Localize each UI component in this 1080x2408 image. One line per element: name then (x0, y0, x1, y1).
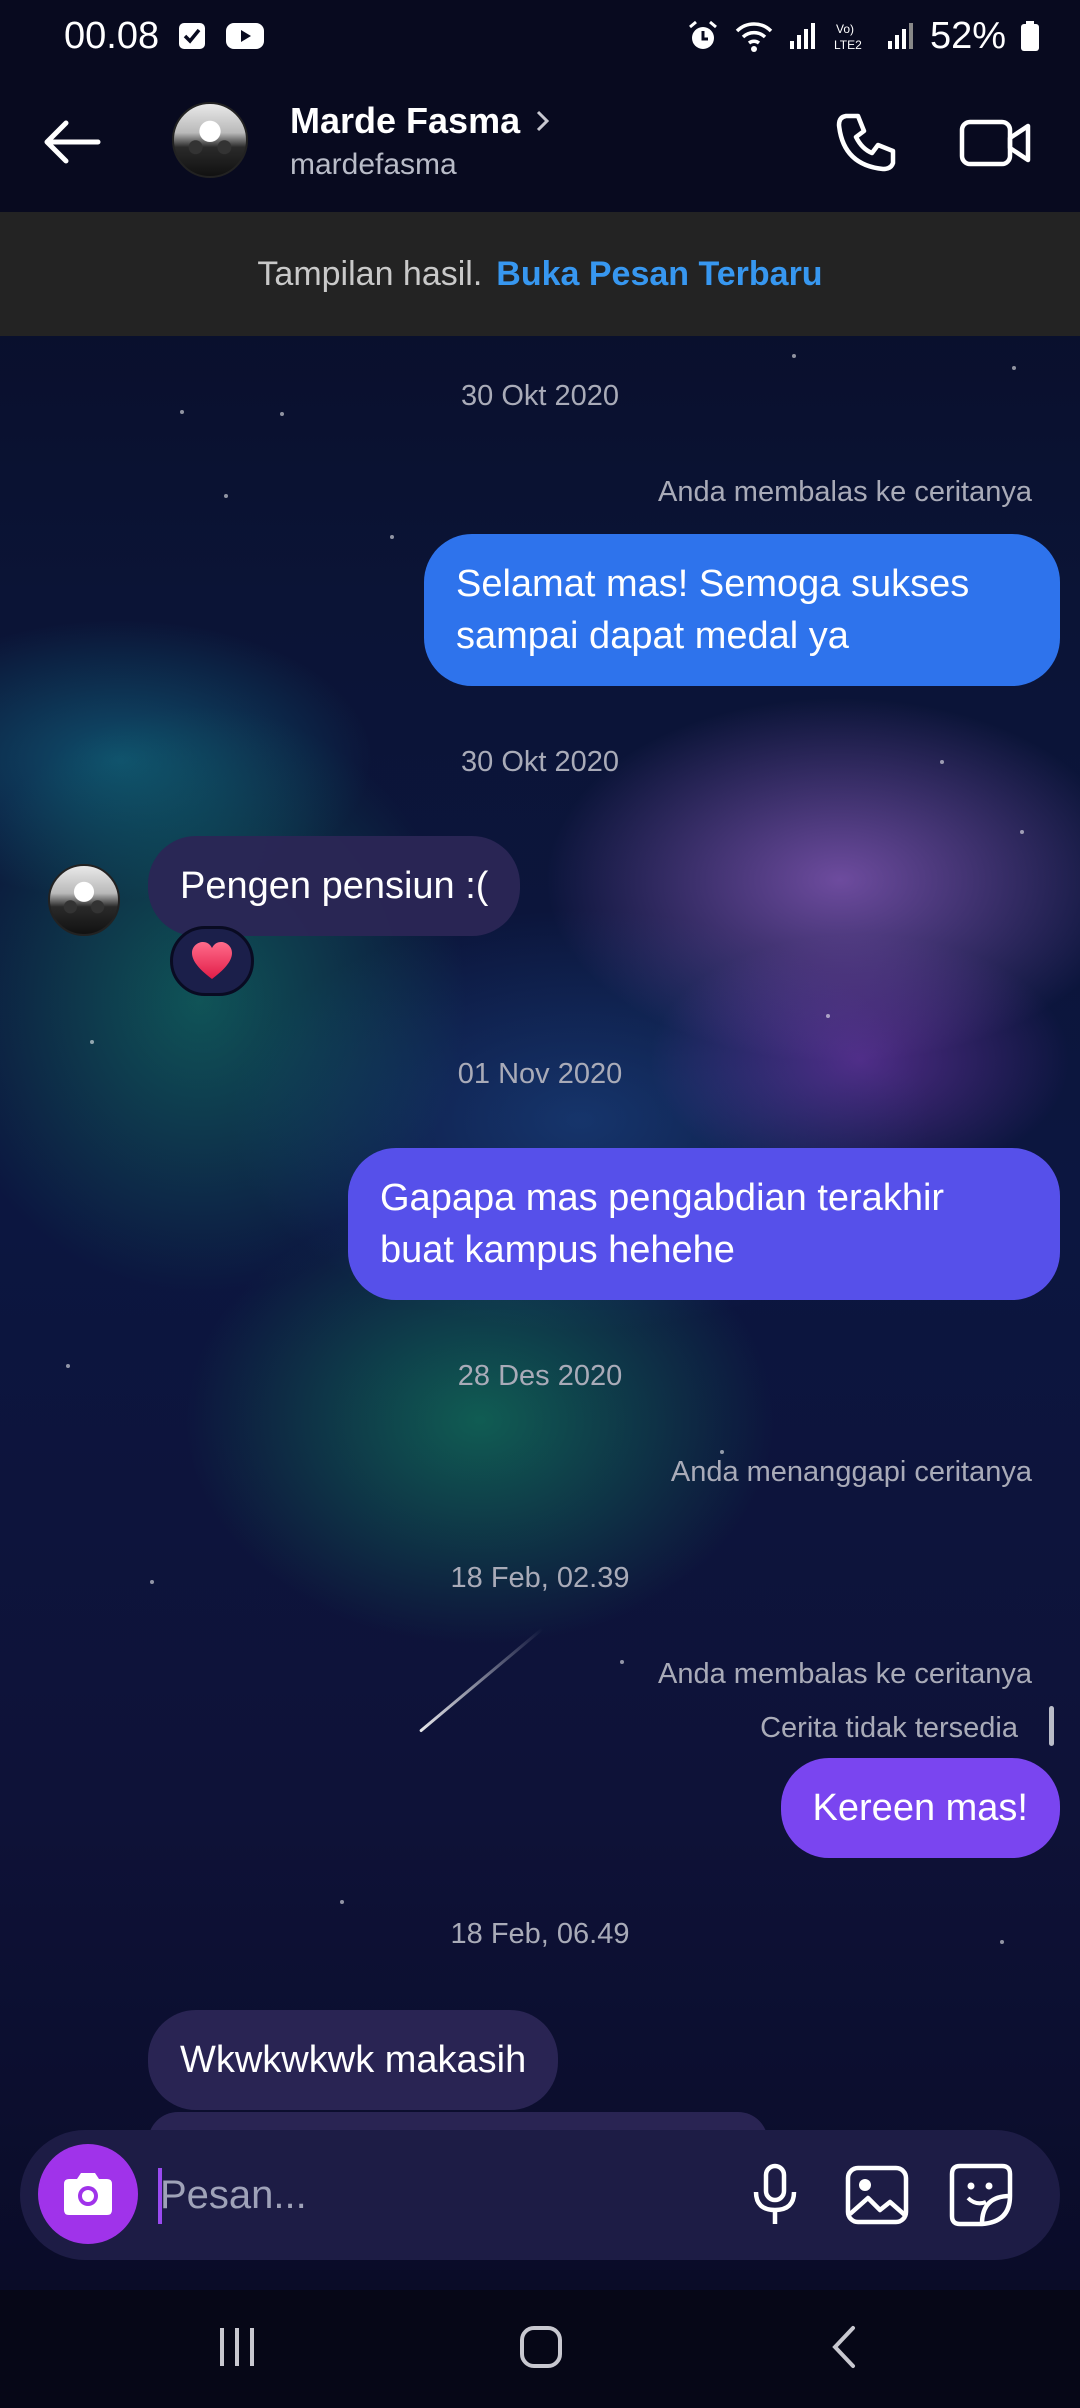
voice-call-button[interactable] (830, 108, 900, 178)
contact-avatar[interactable] (172, 102, 248, 178)
sticker-icon (949, 2163, 1013, 2227)
checkbox-notification-icon (177, 21, 207, 51)
story-unavailable-note: Cerita tidak tersedia (760, 1712, 1018, 1744)
back-arrow-icon (44, 120, 101, 164)
chevron-right-icon (537, 110, 550, 132)
open-latest-messages-link[interactable]: Buka Pesan Terbaru (496, 255, 822, 294)
gallery-button[interactable] (842, 2160, 912, 2230)
outgoing-message[interactable]: Gapapa mas pengabdian terakhir buat kamp… (348, 1148, 1060, 1300)
home-icon (520, 2326, 562, 2368)
reply-indicator-bar (1049, 1706, 1054, 1746)
date-separator: 01 Nov 2020 (457, 1058, 623, 1090)
microphone-icon (753, 2163, 797, 2224)
message-reaction[interactable] (170, 926, 254, 996)
battery-percentage: 52% (929, 14, 1006, 57)
youtube-notification-icon (225, 21, 265, 51)
date-separator: 30 Okt 2020 (461, 746, 619, 778)
message-input[interactable] (160, 2160, 720, 2230)
date-separator: 30 Okt 2020 (461, 380, 619, 412)
phone-icon (836, 113, 896, 172)
contact-username: mardefasma (290, 148, 457, 181)
system-back-button[interactable] (800, 2312, 890, 2382)
alarm-icon (686, 19, 720, 53)
status-bar: 00.08 Vo) LTE2 52% (0, 0, 1080, 72)
story-reply-note: Anda membalas ke ceritanya (658, 1658, 1032, 1690)
incoming-message[interactable]: Pengen pensiun :( (148, 836, 521, 936)
story-reply-note: Anda membalas ke ceritanya (658, 476, 1032, 508)
volte-lte2-icon: Vo) LTE2 (832, 19, 872, 53)
signal-icon (788, 21, 818, 51)
banner-text: Tampilan hasil. (257, 254, 483, 293)
signal-icon-2 (886, 21, 916, 51)
wifi-icon (734, 19, 774, 53)
incoming-message[interactable]: Wkwkwkwk makasih (148, 2010, 559, 2110)
video-call-button[interactable] (958, 108, 1034, 178)
system-back-icon (832, 2326, 855, 2368)
sender-avatar[interactable] (48, 864, 120, 936)
story-reaction-note: Anda menanggapi ceritanya (670, 1456, 1032, 1488)
chat-header: Marde Fasma mardefasma (0, 72, 1080, 212)
recent-apps-button[interactable] (192, 2312, 282, 2382)
image-icon (845, 2165, 909, 2225)
home-button[interactable] (496, 2312, 586, 2382)
voice-message-button[interactable] (740, 2160, 810, 2230)
system-navigation-bar (0, 2290, 1080, 2408)
camera-icon (64, 2173, 112, 2215)
outgoing-message[interactable]: Selamat mas! Semoga sukses sampai dapat … (424, 534, 1060, 686)
svg-text:Vo): Vo) (836, 22, 854, 36)
battery-icon (1020, 20, 1040, 52)
message-composer (20, 2130, 1060, 2260)
date-separator: 18 Feb, 02.39 (450, 1562, 630, 1594)
back-button[interactable] (40, 110, 104, 174)
contact-name-text: Marde Fasma (290, 100, 521, 141)
camera-button[interactable] (38, 2144, 138, 2244)
svg-text:LTE2: LTE2 (834, 38, 862, 52)
video-camera-icon (959, 119, 1031, 167)
date-separator: 28 Des 2020 (457, 1360, 623, 1392)
outgoing-message[interactable]: Kereen mas! (780, 1758, 1060, 1858)
date-separator: 18 Feb, 06.49 (450, 1918, 630, 1950)
heart-icon (192, 942, 232, 979)
older-messages-banner: Tampilan hasil. Buka Pesan Terbaru (0, 212, 1080, 336)
status-time: 00.08 (64, 14, 160, 57)
contact-name[interactable]: Marde Fasma (290, 100, 552, 142)
recent-apps-icon (220, 2328, 254, 2366)
sticker-button[interactable] (946, 2160, 1016, 2230)
